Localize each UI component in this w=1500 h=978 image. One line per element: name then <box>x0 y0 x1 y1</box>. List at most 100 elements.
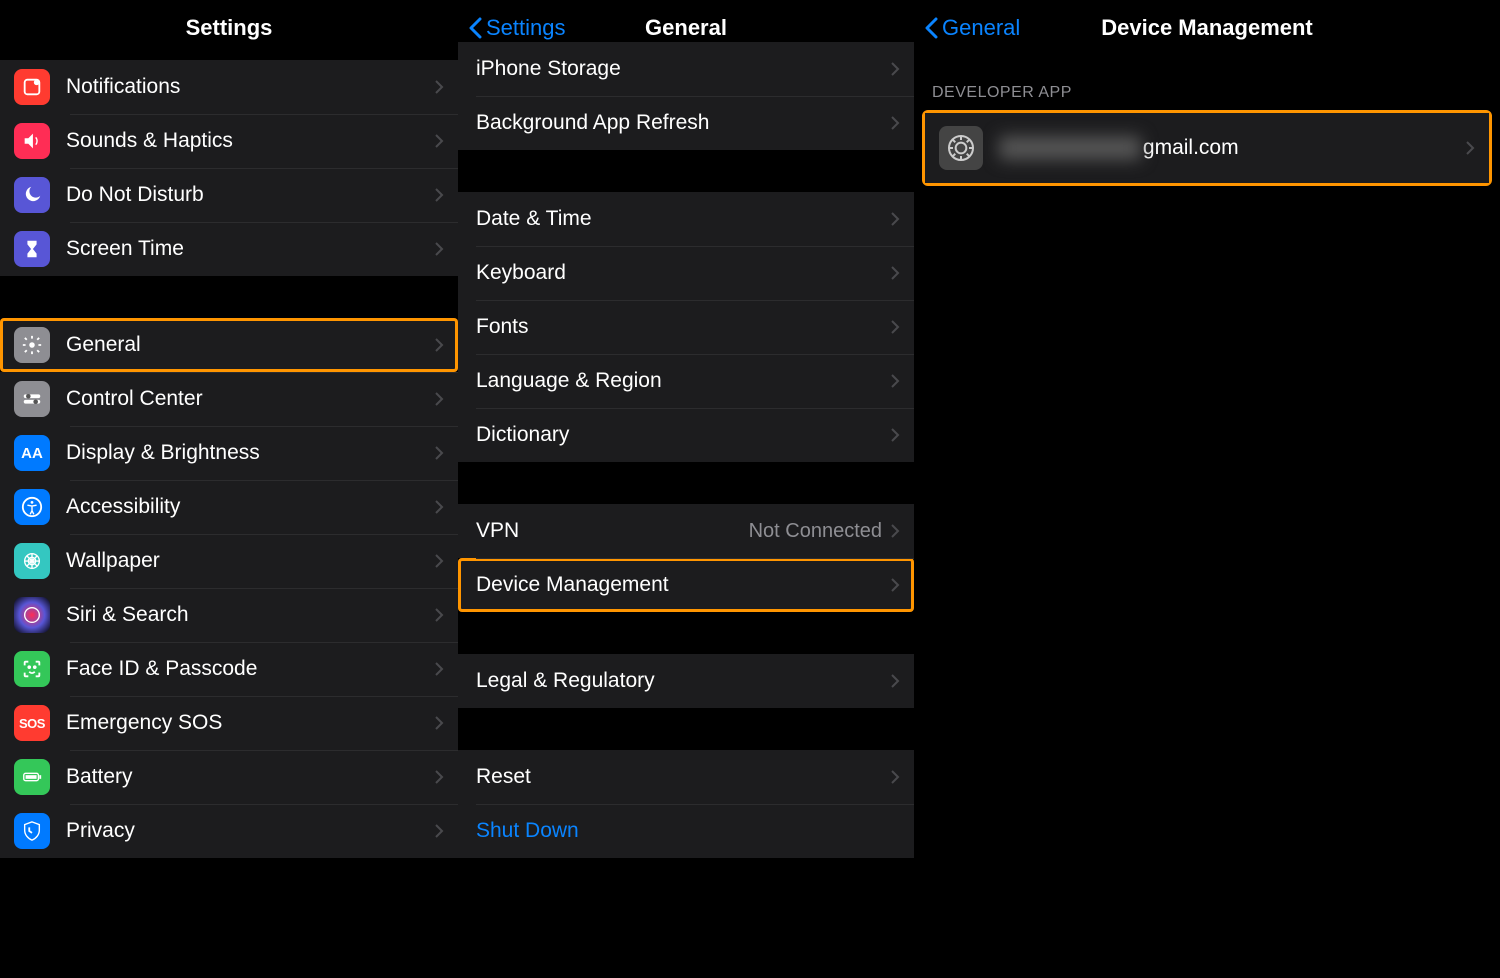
chevron-right-icon <box>890 523 900 539</box>
row-language-region[interactable]: Language & Region <box>458 354 914 408</box>
row-label: Privacy <box>66 819 434 843</box>
general-panel: Settings General iPhone Storage Backgrou… <box>458 0 914 978</box>
chevron-right-icon <box>434 187 444 203</box>
chevron-right-icon <box>434 445 444 461</box>
back-label: General <box>942 15 1020 41</box>
chevron-right-icon <box>434 391 444 407</box>
section-header-developer-app: DEVELOPER APP <box>914 56 1500 110</box>
row-label: Legal & Regulatory <box>476 669 890 693</box>
row-reset[interactable]: Reset <box>458 750 914 804</box>
chevron-right-icon <box>434 241 444 257</box>
display-icon: AA <box>14 435 50 471</box>
accessibility-icon <box>14 489 50 525</box>
chevron-right-icon <box>434 499 444 515</box>
chevron-right-icon <box>434 661 444 677</box>
general-group-3: VPN Not Connected Device Management <box>458 504 914 612</box>
chevron-right-icon <box>434 823 444 839</box>
chevron-right-icon <box>434 79 444 95</box>
chevron-right-icon <box>890 769 900 785</box>
row-siri[interactable]: Siri & Search <box>0 588 458 642</box>
row-label: Reset <box>476 765 890 789</box>
row-shutdown[interactable]: Shut Down <box>458 804 914 858</box>
dnd-icon <box>14 177 50 213</box>
row-label: Siri & Search <box>66 603 434 627</box>
email-suffix: gmail.com <box>1143 136 1239 160</box>
row-battery[interactable]: Battery <box>0 750 458 804</box>
row-date-time[interactable]: Date & Time <box>458 192 914 246</box>
section-gap <box>458 708 914 750</box>
row-label: Wallpaper <box>66 549 434 573</box>
chevron-right-icon <box>890 577 900 593</box>
back-label: Settings <box>486 15 566 41</box>
settings-group-2: General Control Center AA Display & Brig… <box>0 318 458 858</box>
chevron-right-icon <box>890 427 900 443</box>
row-label: Control Center <box>66 387 434 411</box>
settings-group-1: Notifications Sounds & Haptics Do Not Di… <box>0 60 458 276</box>
row-screentime[interactable]: Screen Time <box>0 222 458 276</box>
row-sounds[interactable]: Sounds & Haptics <box>0 114 458 168</box>
faceid-icon <box>14 651 50 687</box>
wallpaper-icon <box>14 543 50 579</box>
row-device-management[interactable]: Device Management <box>458 558 914 612</box>
row-faceid[interactable]: Face ID & Passcode <box>0 642 458 696</box>
section-gap <box>0 276 458 318</box>
row-label: Fonts <box>476 315 890 339</box>
settings-panel: Settings Notifications Sounds & Haptics … <box>0 0 458 978</box>
row-vpn[interactable]: VPN Not Connected <box>458 504 914 558</box>
row-value: Not Connected <box>749 520 882 543</box>
controlcenter-icon <box>14 381 50 417</box>
row-label: Sounds & Haptics <box>66 129 434 153</box>
row-label: Date & Time <box>476 207 890 231</box>
developer-app-highlight: █████████gmail.com <box>922 110 1492 186</box>
chevron-right-icon <box>890 373 900 389</box>
screentime-icon <box>14 231 50 267</box>
chevron-right-icon <box>890 61 900 77</box>
chevron-right-icon <box>434 715 444 731</box>
row-dictionary[interactable]: Dictionary <box>458 408 914 462</box>
row-developer-app[interactable]: █████████gmail.com <box>925 113 1489 183</box>
row-controlcenter[interactable]: Control Center <box>0 372 458 426</box>
row-label: General <box>66 333 434 357</box>
chevron-left-icon <box>924 17 938 39</box>
row-label: Background App Refresh <box>476 111 890 135</box>
row-label: Battery <box>66 765 434 789</box>
row-bg-app-refresh[interactable]: Background App Refresh <box>458 96 914 150</box>
row-dnd[interactable]: Do Not Disturb <box>0 168 458 222</box>
row-label: Notifications <box>66 75 434 99</box>
general-icon <box>14 327 50 363</box>
row-privacy[interactable]: Privacy <box>0 804 458 858</box>
siri-icon <box>14 597 50 633</box>
page-title: Settings <box>186 15 273 41</box>
row-label: Device Management <box>476 573 890 597</box>
general-group-2: Date & Time Keyboard Fonts Language & Re… <box>458 192 914 462</box>
row-general[interactable]: General <box>0 318 458 372</box>
row-label: Language & Region <box>476 369 890 393</box>
row-label: Display & Brightness <box>66 441 434 465</box>
row-label: Screen Time <box>66 237 434 261</box>
chevron-right-icon <box>1465 140 1475 156</box>
chevron-right-icon <box>890 115 900 131</box>
chevron-right-icon <box>434 769 444 785</box>
row-iphone-storage[interactable]: iPhone Storage <box>458 42 914 96</box>
row-fonts[interactable]: Fonts <box>458 300 914 354</box>
device-management-panel: General Device Management DEVELOPER APP … <box>914 0 1500 978</box>
row-sos[interactable]: SOS Emergency SOS <box>0 696 458 750</box>
chevron-right-icon <box>434 553 444 569</box>
sounds-icon <box>14 123 50 159</box>
row-wallpaper[interactable]: Wallpaper <box>0 534 458 588</box>
section-gap <box>458 150 914 192</box>
row-legal[interactable]: Legal & Regulatory <box>458 654 914 708</box>
row-label: Face ID & Passcode <box>66 657 434 681</box>
gear-profile-icon <box>939 126 983 170</box>
back-button[interactable]: General <box>924 0 1020 56</box>
row-display[interactable]: AA Display & Brightness <box>0 426 458 480</box>
sos-icon: SOS <box>14 705 50 741</box>
row-notifications[interactable]: Notifications <box>0 60 458 114</box>
page-title: General <box>645 15 727 41</box>
page-title: Device Management <box>1101 15 1313 41</box>
row-keyboard[interactable]: Keyboard <box>458 246 914 300</box>
battery-icon <box>14 759 50 795</box>
row-accessibility[interactable]: Accessibility <box>0 480 458 534</box>
section-gap <box>458 612 914 654</box>
chevron-right-icon <box>434 337 444 353</box>
